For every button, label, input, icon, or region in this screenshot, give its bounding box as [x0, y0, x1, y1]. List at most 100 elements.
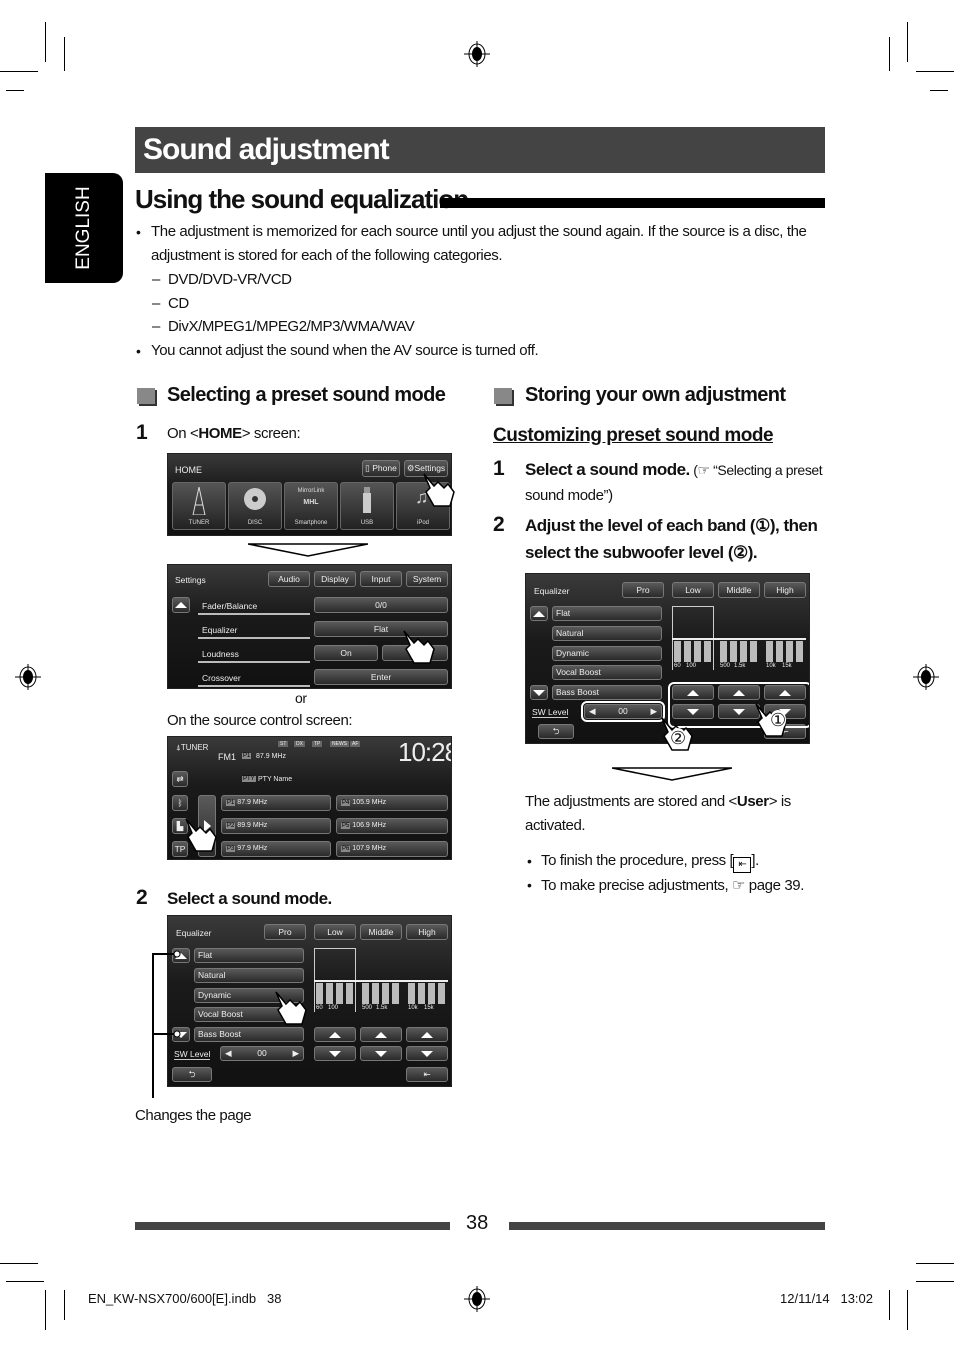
callout-2: ②: [670, 728, 687, 748]
crop-mark: [6, 90, 24, 91]
tab-input[interactable]: Input: [360, 571, 402, 587]
mode-natural-button[interactable]: Natural: [552, 626, 662, 641]
sw-increase-icon[interactable]: ▶: [292, 1047, 299, 1060]
eq-screen-title: Equalizer: [534, 586, 570, 596]
mirrorlink-logo: MirrorLink: [297, 488, 325, 494]
right-step1: Select a sound mode. (☞ “Selecting a pre…: [525, 460, 823, 480]
tab-audio[interactable]: Audio: [268, 571, 310, 587]
crop-mark: [907, 22, 908, 62]
category-item: DivX/MPEG1/MPEG2/MP3/WMA/WAV: [168, 318, 415, 335]
tile-tuner[interactable]: TUNER: [172, 482, 226, 530]
preset-button-4[interactable]: P4 105.9 MHz: [336, 795, 448, 811]
callout-1: ①: [770, 710, 787, 730]
disc-icon: [244, 488, 266, 510]
switch-icon: ⇄: [176, 774, 184, 784]
band-high-button[interactable]: High: [406, 924, 448, 940]
eq-frequency-label: 100: [686, 663, 697, 669]
intro-text-line2: adjustment is stored for each of the fol…: [151, 247, 503, 264]
middle-up-button[interactable]: [718, 685, 760, 700]
sw-decrease-icon[interactable]: ◀: [225, 1047, 232, 1060]
stored-post: > is: [768, 793, 792, 810]
pro-button[interactable]: Pro: [264, 924, 306, 940]
eq-band-bar: [382, 983, 389, 1004]
registration-mark-icon: [464, 41, 490, 67]
band-middle-button[interactable]: Middle: [718, 582, 760, 598]
crop-mark: [0, 1263, 38, 1264]
tile-disc[interactable]: DISC: [228, 482, 282, 530]
low-up-button[interactable]: [672, 685, 714, 700]
bullet-icon: •: [527, 853, 532, 869]
preset-button-5[interactable]: P5 106.9 MHz: [336, 818, 448, 834]
home-screen-title: HOME: [175, 465, 202, 475]
note-av-off: You cannot adjust the sound when the AV …: [151, 342, 539, 359]
low-up-button[interactable]: [314, 1027, 356, 1042]
sw-increase-icon[interactable]: ▶: [650, 705, 657, 718]
middle-up-button[interactable]: [360, 1027, 402, 1042]
precise-adjustments-note[interactable]: To make precise adjustments, ☞ page 39.: [541, 876, 804, 894]
step1-home: HOME: [198, 425, 242, 442]
crop-mark: [6, 1281, 44, 1282]
phone-button[interactable]: ▯ Phone: [362, 460, 400, 477]
low-down-button[interactable]: [314, 1046, 356, 1061]
eq-band-bar: [674, 641, 681, 662]
tile-label: Smartphone: [294, 520, 328, 526]
preset-badge: P5: [341, 823, 351, 829]
preset-button-3[interactable]: P3 97.9 MHz: [221, 841, 331, 857]
high-up-button[interactable]: [406, 1027, 448, 1042]
bluetooth-button[interactable]: ᛒ: [172, 795, 188, 811]
loudness-on-button[interactable]: On: [314, 645, 378, 661]
mode-vocal-boost-button[interactable]: Vocal Boost: [552, 665, 662, 680]
tab-display[interactable]: Display: [314, 571, 356, 587]
pro-button[interactable]: Pro: [622, 582, 664, 598]
pointing-hand-icon: [185, 818, 217, 852]
tile-smartphone[interactable]: MirrorLink MHL Smartphone: [284, 482, 338, 530]
sw-level-control[interactable]: ◀ 00 ▶: [581, 701, 665, 722]
fader-balance-button[interactable]: 0/0: [314, 597, 448, 613]
page-up-button[interactable]: [530, 606, 548, 621]
preset-button-6[interactable]: P6 107.9 MHz: [336, 841, 448, 857]
preset-button-1[interactable]: P1 87.9 MHz: [221, 795, 331, 811]
category-item: DVD/DVD-VR/VCD: [168, 271, 292, 288]
step1-post: > screen:: [241, 425, 301, 442]
mode-flat-button[interactable]: Flat: [552, 606, 662, 621]
step1-ref[interactable]: (☞ “Selecting a preset: [690, 462, 822, 478]
eq-band-bar: [316, 983, 323, 1004]
sw-level-value: 00: [257, 1048, 267, 1058]
eq-band-bar: [766, 641, 773, 662]
high-down-button[interactable]: [406, 1046, 448, 1061]
band-low-button[interactable]: Low: [672, 582, 714, 598]
scroll-up-button[interactable]: [172, 597, 190, 613]
crop-mark: [64, 37, 65, 71]
mode-natural-button[interactable]: Natural: [194, 968, 304, 983]
mode-dynamic-button[interactable]: Dynamic: [552, 646, 662, 661]
exit-button[interactable]: ⇤: [406, 1067, 448, 1082]
heading-square-icon: [137, 388, 155, 404]
mode-bass-boost-button[interactable]: Bass Boost: [194, 1027, 304, 1042]
step1-bold: Select a sound mode.: [525, 460, 690, 479]
bluetooth-icon: ᛒ: [177, 798, 183, 808]
sw-decrease-icon[interactable]: ◀: [589, 705, 596, 718]
mode-bass-boost-button[interactable]: Bass Boost: [552, 685, 662, 700]
tab-system[interactable]: System: [406, 571, 448, 587]
back-button[interactable]: ⮌: [538, 724, 574, 739]
sw-level-control[interactable]: ◀ 00 ▶: [220, 1046, 304, 1061]
up-arrow-icon: [175, 602, 187, 608]
preset-badge: P1: [226, 800, 236, 806]
band-low-button[interactable]: Low: [314, 924, 356, 940]
page-change-callout: [152, 950, 181, 1098]
page-down-button[interactable]: [530, 685, 548, 700]
mode-flat-button[interactable]: Flat: [194, 948, 304, 963]
indicator-news: NEWS: [330, 741, 349, 747]
crossover-enter-button[interactable]: Enter: [314, 669, 448, 685]
language-tab: ENGLISH: [45, 173, 123, 283]
band-high-button[interactable]: High: [764, 582, 806, 598]
back-icon: ⮌: [188, 1069, 196, 1079]
source-switch-button[interactable]: ⇄: [172, 771, 188, 787]
current-frequency: 87.9 MHz: [256, 753, 286, 760]
preset-button-2[interactable]: P2 89.9 MHz: [221, 818, 331, 834]
tile-usb[interactable]: USB: [340, 482, 394, 530]
eq-band-bar: [438, 983, 445, 1004]
middle-down-button[interactable]: [360, 1046, 402, 1061]
high-up-button[interactable]: [764, 685, 806, 700]
band-middle-button[interactable]: Middle: [360, 924, 402, 940]
